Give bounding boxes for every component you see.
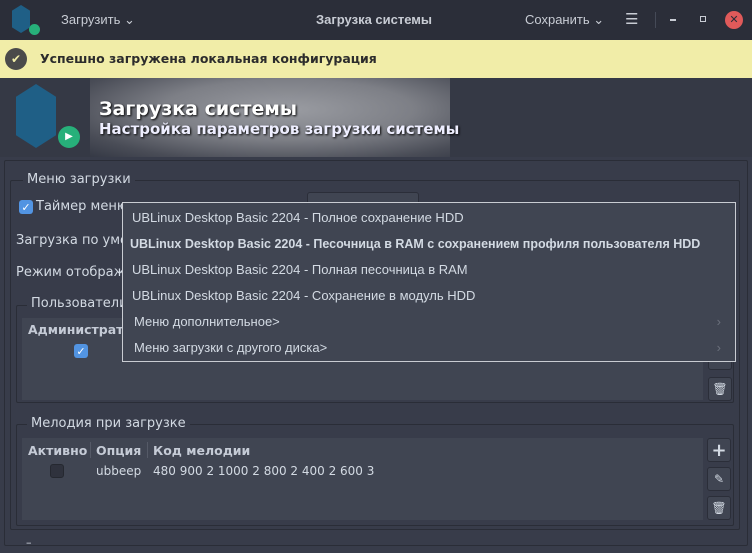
- delete-user-button[interactable]: 🗑: [708, 377, 732, 401]
- plus-icon: +: [711, 439, 727, 461]
- title-bar: Загрузить ⌄ Загрузка системы Сохранить ⌄…: [0, 0, 752, 40]
- notification-bar: ✔ Успешно загружена локальная конфигурац…: [0, 40, 752, 78]
- timer-label: Таймер меню: [36, 199, 128, 214]
- chevron-down-icon: ⌄: [123, 12, 135, 27]
- dropdown-submenu-extra[interactable]: Меню дополнительное> ›: [123, 309, 735, 335]
- collapse-toggle[interactable]: –: [26, 536, 32, 549]
- app-logo: [12, 5, 30, 33]
- dropdown-item[interactable]: UBLinux Desktop Basic 2204 - Сохранение …: [123, 283, 735, 309]
- maximize-icon[interactable]: [700, 16, 706, 22]
- melody-code: 480 900 2 1000 2 800 2 400 2 600 3: [153, 464, 375, 478]
- submenu-label: Меню загрузки с другого диска>: [134, 340, 328, 355]
- edit-melody-button[interactable]: ✎: [707, 467, 731, 491]
- load-menu-label: Загрузить: [61, 12, 121, 27]
- dropdown-item[interactable]: UBLinux Desktop Basic 2204 - Полное сохр…: [123, 205, 735, 231]
- dropdown-item-selected[interactable]: UBLinux Desktop Basic 2204 - Песочница в…: [123, 231, 735, 257]
- header-subtitle: Настройка параметров загрузки системы: [99, 120, 460, 138]
- save-menu-label: Сохранить: [525, 12, 590, 27]
- pencil-icon: ✎: [713, 472, 725, 486]
- save-menu-button[interactable]: Сохранить ⌄: [525, 12, 604, 28]
- page-header: ▶ Загрузка системы Настройка параметров …: [0, 78, 752, 157]
- app-logo-large: [16, 84, 56, 148]
- load-menu-button[interactable]: Загрузить ⌄: [61, 12, 135, 28]
- minimize-icon[interactable]: [670, 19, 676, 21]
- delete-melody-button[interactable]: 🗑: [707, 496, 731, 520]
- success-check-icon: ✔: [5, 48, 27, 70]
- column-active: Активно: [28, 443, 88, 458]
- default-boot-label: Загрузка по умол: [16, 233, 137, 248]
- melody-active-checkbox[interactable]: [50, 464, 64, 478]
- display-mode-label: Режим отображе: [16, 265, 134, 280]
- notification-text: Успешно загружена локальная конфигурация: [40, 51, 377, 66]
- chevron-right-icon: ›: [716, 340, 721, 355]
- column-divider: [90, 442, 91, 458]
- admin-checkbox[interactable]: ✓: [74, 344, 88, 358]
- dropdown-submenu-other-disk[interactable]: Меню загрузки с другого диска> ›: [123, 335, 735, 361]
- play-badge-icon: [29, 24, 40, 35]
- close-icon[interactable]: ✕: [725, 11, 743, 29]
- users-legend: Пользователи: [27, 296, 132, 311]
- window-title: Загрузка системы: [316, 12, 433, 27]
- column-code: Код мелодии: [153, 443, 251, 458]
- dropdown-item[interactable]: UBLinux Desktop Basic 2204 - Полная песо…: [123, 257, 735, 283]
- column-option: Опция: [96, 443, 142, 458]
- add-melody-button[interactable]: +: [707, 438, 731, 462]
- default-boot-dropdown: UBLinux Desktop Basic 2204 - Полное сохр…: [122, 202, 736, 362]
- trash-icon: 🗑: [711, 501, 727, 515]
- melody-option: ubbeep: [96, 464, 142, 478]
- column-admin: Администрато: [28, 322, 133, 337]
- chevron-down-icon: ⌄: [593, 12, 605, 27]
- column-divider: [147, 442, 148, 458]
- hamburger-menu-icon[interactable]: ☰: [625, 10, 638, 28]
- boot-menu-legend: Меню загрузки: [23, 172, 135, 187]
- chevron-right-icon: ›: [716, 314, 721, 329]
- trash-icon: 🗑: [712, 382, 728, 396]
- submenu-label: Меню дополнительное>: [134, 314, 280, 329]
- timer-checkbox[interactable]: ✓: [19, 200, 33, 214]
- separator: [655, 12, 656, 28]
- melody-legend: Мелодия при загрузке: [27, 416, 190, 431]
- play-badge-icon: ▶: [58, 126, 80, 148]
- header-title: Загрузка системы: [99, 98, 298, 120]
